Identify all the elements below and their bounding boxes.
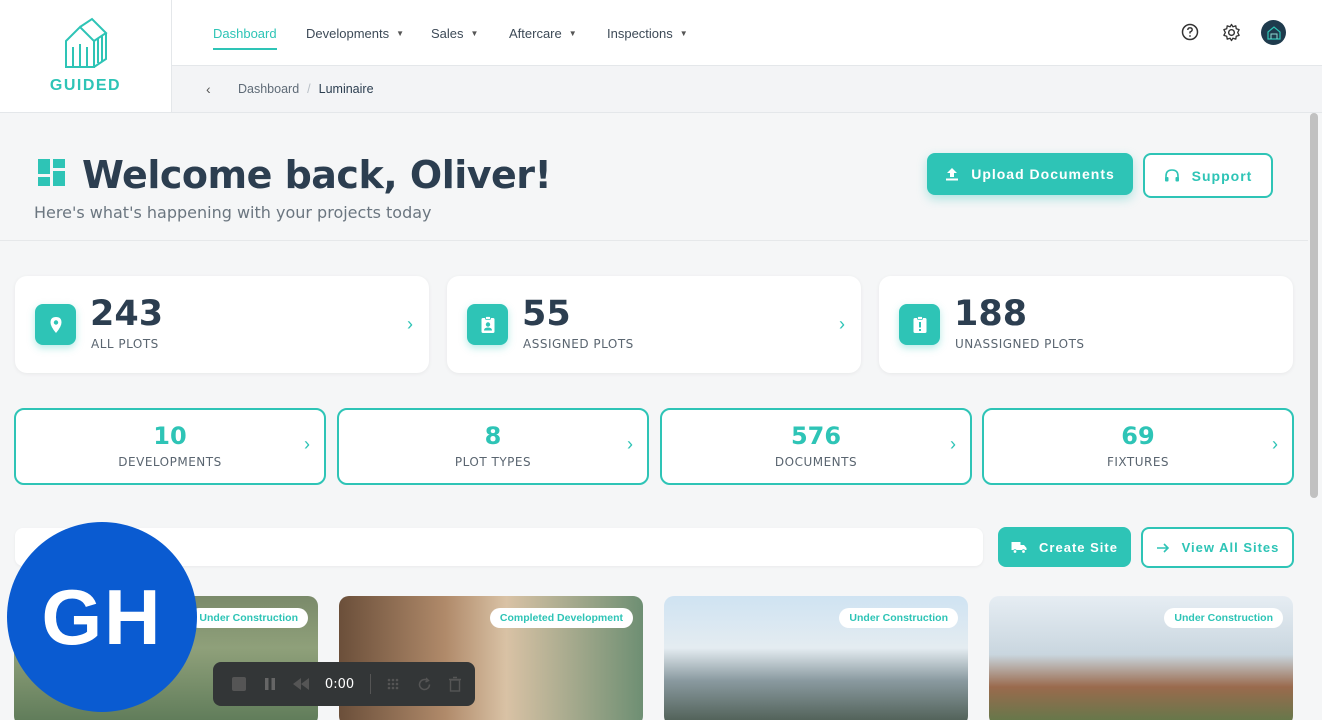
support-label: Support [1191, 167, 1253, 184]
back-chevron-icon[interactable]: ‹ [206, 81, 220, 97]
status-badge: Under Construction [189, 608, 308, 628]
view-all-sites-label: View All Sites [1181, 540, 1280, 555]
stat-value: 243 [90, 294, 164, 334]
caret-down-icon: ▼ [679, 28, 688, 38]
upload-documents-button[interactable]: Upload Documents [927, 153, 1133, 195]
nav-aftercare[interactable]: Aftercare ▼ [509, 0, 577, 66]
count-card-fixtures[interactable]: 69 FIXTURES › [982, 408, 1294, 485]
count-card-plot-types[interactable]: 8 PLOT TYPES › [337, 408, 649, 485]
stat-card-unassigned-plots[interactable]: 188 UNASSIGNED PLOTS [879, 276, 1293, 373]
grid-icon[interactable] [383, 673, 404, 695]
user-avatar[interactable] [1261, 20, 1286, 45]
status-badge: Completed Development [489, 608, 633, 628]
create-site-label: Create Site [1039, 539, 1118, 555]
caret-down-icon: ▼ [470, 28, 479, 38]
count-card-documents[interactable]: 576 DOCUMENTS › [660, 408, 972, 485]
trash-icon[interactable] [444, 673, 465, 695]
count-label: DEVELOPMENTS [118, 455, 222, 469]
arrow-right-icon [1156, 542, 1170, 554]
caret-down-icon: ▼ [396, 28, 405, 38]
caret-down-icon: ▼ [568, 28, 577, 38]
dashboard-icon [38, 159, 65, 186]
nav-developments[interactable]: Developments ▼ [306, 0, 404, 66]
recording-time: 0:00 [324, 676, 355, 692]
breadcrumb: ‹ Dashboard / Luminaire [172, 66, 1322, 113]
nav-inspections[interactable]: Inspections ▼ [607, 0, 688, 66]
upload-icon [945, 167, 959, 181]
stat-label: ASSIGNED PLOTS [523, 337, 634, 351]
site-card[interactable]: Under Construction [664, 596, 968, 720]
count-value: 8 [484, 422, 502, 450]
count-value: 10 [153, 422, 187, 450]
logo[interactable]: GUIDED [0, 0, 172, 113]
badge-icon [467, 304, 508, 345]
count-label: PLOT TYPES [454, 455, 532, 469]
stat-card-all-plots[interactable]: 243 ALL PLOTS › [15, 276, 429, 373]
nav-dashboard-label: Dashboard [213, 25, 277, 41]
status-badge: Under Construction [839, 608, 958, 628]
view-all-sites-button[interactable]: View All Sites [1141, 527, 1294, 568]
stop-icon[interactable] [229, 673, 250, 695]
top-navigation: Dashboard Developments ▼ Sales ▼ Afterca… [172, 0, 1322, 66]
rewind-icon[interactable] [290, 673, 311, 695]
site-card[interactable]: Under Construction [989, 596, 1293, 720]
presenter-avatar: GH [7, 522, 197, 712]
gear-icon[interactable] [1220, 21, 1242, 43]
chevron-right-icon: › [839, 314, 845, 334]
upload-documents-label: Upload Documents [971, 166, 1115, 182]
truck-icon [1011, 540, 1027, 554]
breadcrumb-separator: / [307, 82, 311, 96]
count-label: DOCUMENTS [774, 455, 858, 469]
count-card-developments[interactable]: 10 DEVELOPMENTS › [14, 408, 326, 485]
page-scrollbar[interactable] [1310, 113, 1318, 498]
nav-developments-label: Developments [306, 25, 390, 41]
page-subtitle: Here's what's happening with your projec… [34, 203, 432, 222]
breadcrumb-dashboard[interactable]: Dashboard [238, 82, 299, 96]
count-value: 576 [790, 422, 842, 450]
chevron-right-icon: › [950, 434, 956, 454]
stat-card-assigned-plots[interactable]: 55 ASSIGNED PLOTS › [447, 276, 861, 373]
stat-value: 188 [954, 294, 1028, 334]
support-button[interactable]: Support [1143, 153, 1273, 198]
stat-value: 55 [522, 294, 571, 334]
nav-aftercare-label: Aftercare [509, 25, 562, 41]
chevron-right-icon: › [407, 314, 413, 334]
map-pin-icon [35, 304, 76, 345]
help-icon[interactable] [1179, 21, 1201, 43]
alert-clipboard-icon [899, 304, 940, 345]
nav-inspections-label: Inspections [607, 25, 673, 41]
nav-sales[interactable]: Sales ▼ [431, 0, 478, 66]
recording-toolbar: 0:00 [213, 662, 475, 706]
house-logo-icon [64, 17, 108, 68]
restart-icon[interactable] [414, 673, 435, 695]
stat-label: ALL PLOTS [91, 337, 159, 351]
chevron-right-icon: › [1272, 434, 1278, 454]
page-title: Welcome back, Oliver! [82, 153, 552, 197]
welcome-section: Welcome back, Oliver! Here's what's happ… [0, 113, 1308, 241]
chevron-right-icon: › [627, 434, 633, 454]
toolbar-divider [370, 674, 372, 694]
status-badge: Under Construction [1164, 608, 1283, 628]
count-value: 69 [1121, 422, 1155, 450]
nav-sales-label: Sales [431, 25, 464, 41]
breadcrumb-current: Luminaire [318, 82, 374, 96]
count-label: FIXTURES [1106, 455, 1170, 469]
stat-label: UNASSIGNED PLOTS [955, 337, 1085, 351]
logo-text: GUIDED [49, 77, 122, 94]
headset-icon [1164, 168, 1180, 184]
nav-dashboard[interactable]: Dashboard [213, 0, 277, 66]
pause-icon[interactable] [260, 673, 281, 695]
create-site-button[interactable]: Create Site [998, 527, 1131, 567]
chevron-right-icon: › [304, 434, 310, 454]
